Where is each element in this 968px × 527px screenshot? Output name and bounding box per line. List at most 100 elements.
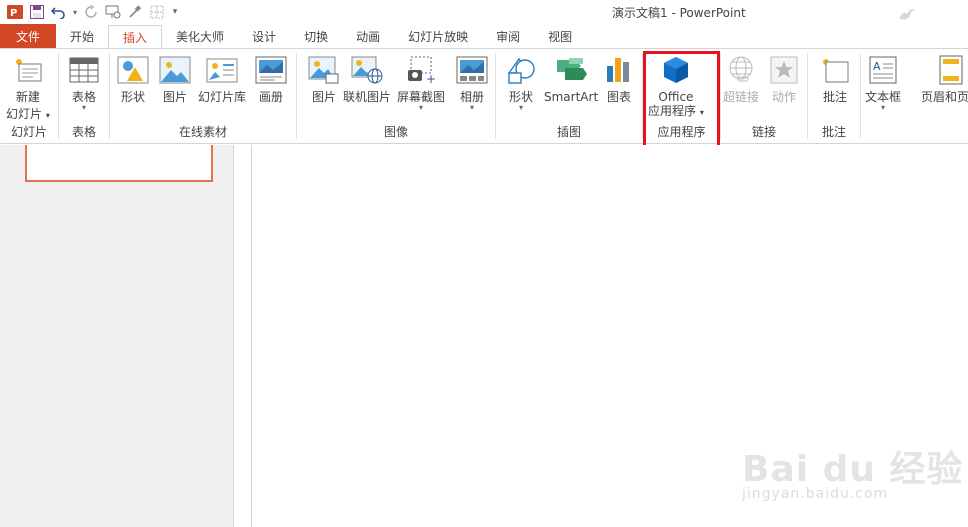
new-slide-button[interactable]: 新建 幻灯片 ▾ <box>6 53 50 123</box>
group-label-tables: 表格 <box>71 125 96 139</box>
watermark-brand: Bai du 经验 <box>742 449 964 490</box>
new-slide-label-1: 新建 <box>15 90 40 104</box>
undo-dropdown-icon[interactable]: ▾ <box>70 2 80 22</box>
group-online-materials: 形状 图片 幻灯片库 画册 在线素材 <box>110 49 296 143</box>
redo-icon[interactable] <box>80 2 102 22</box>
group-comments: 批注 批注 <box>808 49 860 143</box>
screenshot-button[interactable]: + 屏幕截图 ▾ <box>397 53 445 112</box>
group-label-online-materials: 在线素材 <box>178 125 227 139</box>
save-icon[interactable] <box>26 2 48 22</box>
svg-text:P: P <box>10 8 17 19</box>
online-pictures-label: 图片 <box>162 90 187 104</box>
shapes-dropdown-icon: ▾ <box>518 103 523 112</box>
photo-album-label: 相册 <box>459 90 484 104</box>
tab-slideshow[interactable]: 幻灯片放映 <box>394 24 482 48</box>
powerpoint-logo-icon[interactable]: P <box>4 2 26 22</box>
group-label-images: 图像 <box>383 125 408 139</box>
screenshot-dropdown-icon: ▾ <box>419 103 424 112</box>
picture-icon <box>158 53 192 87</box>
table-button[interactable]: 表格 ▾ <box>67 53 101 112</box>
screenshot-camera-icon: + <box>404 53 438 87</box>
textbox-label: 文本框 <box>865 90 902 104</box>
tab-animations[interactable]: 动画 <box>342 24 394 48</box>
hyperlink-button[interactable]: 超链接 <box>723 53 759 104</box>
photo-album-button[interactable]: 相册 ▾ <box>455 53 489 112</box>
svg-text:A: A <box>873 60 881 73</box>
online-pictures-button[interactable]: 图片 <box>158 53 192 104</box>
header-footer-label: 页眉和页脚 <box>921 90 968 104</box>
pane-splitter[interactable] <box>234 145 252 527</box>
hyperlink-globe-icon <box>724 53 758 87</box>
tab-insert[interactable]: 插入 <box>108 25 163 49</box>
annotation-highlight-box <box>643 51 720 150</box>
powerpoint-window: P ▾ ▾ 演示文稿1 - PowerPoint 文件 开始 插入 美化大师 设… <box>0 0 968 527</box>
tab-beautify-master[interactable]: 美化大师 <box>162 24 238 48</box>
shapes-gallery-icon <box>116 53 150 87</box>
textbox-dropdown-icon: ▾ <box>881 103 886 112</box>
picture-icon <box>307 53 341 87</box>
online-shapes-button[interactable]: 形状 <box>116 53 150 104</box>
watermark-url: jingyan.baidu.com <box>742 486 889 502</box>
tab-home[interactable]: 开始 <box>56 24 108 48</box>
header-footer-button[interactable]: 页眉和页脚 <box>921 53 968 104</box>
shapes-icon <box>504 53 538 87</box>
slide-library-button[interactable]: 幻灯片库 <box>198 53 246 104</box>
slide-library-icon <box>205 53 239 87</box>
group-illustrations: 形状 ▾ SmartArt 图表 插图 <box>496 49 642 143</box>
undo-icon[interactable] <box>48 2 70 22</box>
ribbon-tabs: 文件 开始 插入 美化大师 设计 切换 动画 幻灯片放映 审阅 视图 <box>0 24 968 49</box>
group-images: 图片 联机图片 + 屏幕截图 ▾ 相册 ▾ 图像 <box>297 49 495 143</box>
group-tables: 表格 ▾ 表格 <box>59 49 109 143</box>
online-picture-globe-icon <box>350 53 384 87</box>
table-label: 表格 <box>71 90 96 104</box>
chart-label: 图表 <box>606 90 631 104</box>
tab-file[interactable]: 文件 <box>0 24 57 48</box>
chart-icon <box>602 53 636 87</box>
tab-view[interactable]: 视图 <box>534 24 586 48</box>
group-links: 超链接 动作 链接 <box>721 49 807 143</box>
shapes-button[interactable]: 形状 ▾ <box>504 53 538 112</box>
smartart-button[interactable]: SmartArt <box>544 53 598 104</box>
header-footer-icon <box>934 53 968 87</box>
group-label-illustrations: 插图 <box>556 125 581 139</box>
new-slide-icon <box>11 53 45 87</box>
online-pictures-button[interactable]: 联机图片 <box>343 53 391 104</box>
online-album-button[interactable]: 画册 <box>254 53 288 104</box>
slideshow-from-start-icon[interactable] <box>102 2 124 22</box>
customize-qat-icon[interactable]: ▾ <box>168 2 182 22</box>
title-bar: P ▾ ▾ 演示文稿1 - PowerPoint <box>0 0 968 24</box>
textbox-button[interactable]: A 文本框 ▾ <box>865 53 901 112</box>
insert-picture-button[interactable]: 图片 <box>307 53 341 104</box>
textbox-icon: A <box>866 53 900 87</box>
insert-picture-label: 图片 <box>311 90 336 104</box>
table-dropdown-icon: ▾ <box>81 103 86 112</box>
smartart-label: SmartArt <box>544 90 599 104</box>
new-slide-label-2: 幻灯片 ▾ <box>6 107 50 121</box>
comment-icon <box>818 53 852 87</box>
group-label-comments: 批注 <box>821 125 846 139</box>
action-button[interactable]: 动作 <box>767 53 801 104</box>
slide-thumbnail-pane[interactable] <box>0 145 234 527</box>
hyperlink-label: 超链接 <box>723 90 760 104</box>
chart-button[interactable]: 图表 <box>602 53 636 104</box>
tab-review[interactable]: 审阅 <box>482 24 534 48</box>
ribbon-insert: 新建 幻灯片 ▾ 幻灯片 表格 ▾ 表格 形状 图片 幻灯片库 画册 在线素材 … <box>0 48 968 144</box>
grid-icon[interactable] <box>146 2 168 22</box>
baidu-watermark: Bai du 经验 jingyan.baidu.com <box>738 440 963 520</box>
group-text: A 文本框 ▾ 页眉和页脚 <box>861 49 968 143</box>
slide-library-label: 幻灯片库 <box>198 90 247 104</box>
bird-decoration-icon <box>899 8 915 20</box>
online-album-label: 画册 <box>258 90 283 104</box>
action-label: 动作 <box>771 90 796 104</box>
shapes-label: 形状 <box>508 90 533 104</box>
eyedropper-icon[interactable] <box>124 2 146 22</box>
comment-button[interactable]: 批注 <box>818 53 852 104</box>
svg-text:+: + <box>426 72 436 84</box>
smartart-icon <box>554 53 588 87</box>
album-icon <box>254 53 288 87</box>
tab-design[interactable]: 设计 <box>238 24 290 48</box>
slide-thumbnail[interactable] <box>25 145 213 182</box>
online-pictures-label: 联机图片 <box>343 90 392 104</box>
tab-transitions[interactable]: 切换 <box>290 24 342 48</box>
comment-label: 批注 <box>822 90 847 104</box>
